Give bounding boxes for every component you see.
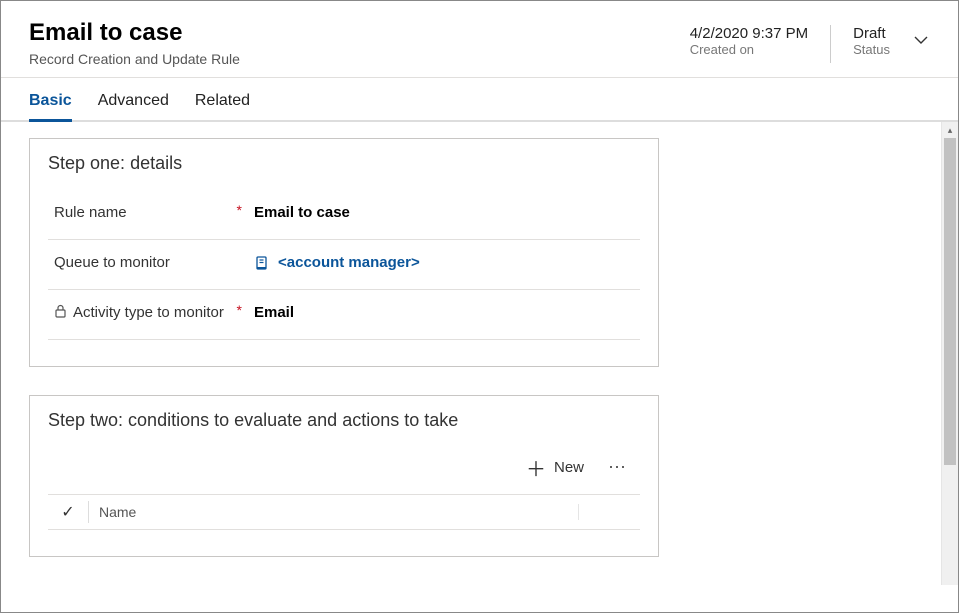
activity-type-row: Activity type to monitor * Email bbox=[48, 290, 640, 340]
queue-value: <account manager> bbox=[278, 254, 420, 271]
scroll-thumb[interactable] bbox=[944, 138, 956, 465]
tab-related[interactable]: Related bbox=[195, 92, 250, 120]
plus-icon: ＋ bbox=[526, 453, 546, 482]
rule-name-label: Rule name bbox=[54, 204, 127, 221]
status-label: Status bbox=[853, 42, 890, 57]
grid-divider bbox=[88, 501, 89, 523]
tabs: Basic Advanced Related bbox=[1, 78, 958, 122]
queue-icon bbox=[254, 255, 270, 271]
step-one-title: Step one: details bbox=[48, 153, 640, 174]
lock-icon bbox=[54, 304, 67, 318]
queue-lookup[interactable]: <account manager> bbox=[254, 250, 640, 271]
entity-name: Record Creation and Update Rule bbox=[29, 51, 240, 67]
queue-label: Queue to monitor bbox=[54, 254, 170, 271]
main-content: Step one: details Rule name * Email to c… bbox=[1, 122, 941, 585]
expand-header-button[interactable] bbox=[912, 31, 930, 52]
column-name[interactable]: Name bbox=[99, 504, 579, 520]
step-two-title: Step two: conditions to evaluate and act… bbox=[48, 410, 640, 431]
activity-type-value: Email bbox=[254, 300, 640, 321]
step-two-toolbar: ＋ New ⋯ bbox=[48, 447, 640, 488]
form-header: Email to case Record Creation and Update… bbox=[1, 1, 958, 78]
grid-header: ✓ Name bbox=[48, 494, 640, 530]
chevron-down-icon bbox=[912, 31, 930, 49]
rule-name-input[interactable]: Email to case bbox=[254, 200, 640, 221]
required-indicator: * bbox=[237, 202, 242, 218]
tab-advanced[interactable]: Advanced bbox=[98, 92, 169, 120]
created-on-value: 4/2/2020 9:37 PM bbox=[690, 25, 808, 42]
scrollbar[interactable]: ▴ bbox=[941, 122, 958, 585]
select-all-check[interactable]: ✓ bbox=[58, 502, 78, 522]
scroll-up-arrow[interactable]: ▴ bbox=[942, 122, 958, 138]
header-divider bbox=[830, 25, 831, 63]
more-commands-button[interactable]: ⋯ bbox=[608, 457, 628, 478]
header-right: 4/2/2020 9:37 PM Created on Draft Status bbox=[690, 19, 930, 63]
created-on-field: 4/2/2020 9:37 PM Created on bbox=[690, 25, 808, 57]
new-button-label: New bbox=[554, 459, 584, 476]
queue-row: Queue to monitor <account manager> bbox=[48, 240, 640, 290]
required-indicator: * bbox=[237, 302, 242, 318]
header-left: Email to case Record Creation and Update… bbox=[29, 19, 240, 67]
activity-type-label: Activity type to monitor bbox=[73, 304, 224, 321]
step-two-panel: Step two: conditions to evaluate and act… bbox=[29, 395, 659, 557]
status-field: Draft Status bbox=[853, 25, 890, 57]
new-button[interactable]: ＋ New bbox=[526, 453, 584, 482]
rule-name-row: Rule name * Email to case bbox=[48, 190, 640, 240]
step-one-panel: Step one: details Rule name * Email to c… bbox=[29, 138, 659, 367]
tab-basic[interactable]: Basic bbox=[29, 92, 72, 120]
page-title: Email to case bbox=[29, 19, 240, 47]
created-on-label: Created on bbox=[690, 42, 808, 57]
status-value: Draft bbox=[853, 25, 890, 42]
